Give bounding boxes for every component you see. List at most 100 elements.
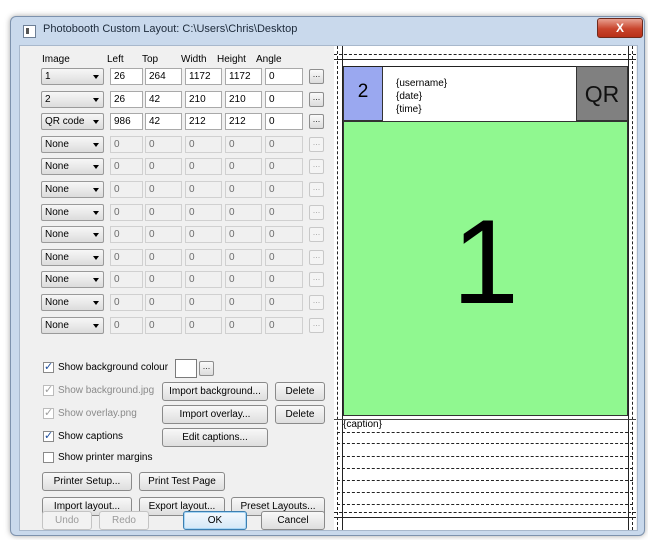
width-field[interactable]: 0 bbox=[185, 181, 222, 198]
undo-button[interactable]: Undo bbox=[42, 511, 92, 530]
cancel-button[interactable]: Cancel bbox=[261, 511, 325, 530]
width-field[interactable]: 0 bbox=[185, 271, 222, 288]
height-field[interactable]: 0 bbox=[225, 158, 262, 175]
height-field[interactable]: 212 bbox=[225, 113, 262, 130]
width-field[interactable]: 0 bbox=[185, 294, 222, 311]
row-options-button[interactable]: ... bbox=[309, 92, 324, 107]
width-field[interactable]: 1172 bbox=[185, 68, 222, 85]
top-field[interactable]: 0 bbox=[145, 181, 182, 198]
row-options-button[interactable]: ... bbox=[309, 295, 324, 310]
delete-background-button[interactable]: Delete bbox=[275, 382, 325, 401]
width-field[interactable]: 0 bbox=[185, 158, 222, 175]
height-field[interactable]: 0 bbox=[225, 317, 262, 334]
edit-captions-button[interactable]: Edit captions... bbox=[162, 428, 268, 447]
angle-field[interactable]: 0 bbox=[265, 204, 303, 221]
show-overlay-checkbox[interactable] bbox=[43, 406, 54, 419]
angle-field[interactable]: 0 bbox=[265, 91, 303, 108]
background-colour-picker-button[interactable]: ... bbox=[199, 361, 214, 376]
ok-button[interactable]: OK bbox=[183, 511, 247, 530]
width-field[interactable]: 210 bbox=[185, 91, 222, 108]
left-field[interactable]: 26 bbox=[110, 68, 143, 85]
image-select[interactable]: None bbox=[41, 181, 104, 198]
import-overlay-button[interactable]: Import overlay... bbox=[162, 405, 268, 424]
image-select[interactable]: None bbox=[41, 226, 104, 243]
show-printer-margins-checkbox[interactable] bbox=[43, 452, 54, 463]
top-field[interactable]: 0 bbox=[145, 271, 182, 288]
row-options-button[interactable]: ... bbox=[309, 272, 324, 287]
width-field[interactable]: 0 bbox=[185, 226, 222, 243]
image-select[interactable]: None bbox=[41, 136, 104, 153]
height-field[interactable]: 0 bbox=[225, 181, 262, 198]
show-background-colour-checkbox[interactable] bbox=[43, 360, 54, 373]
width-field[interactable]: 212 bbox=[185, 113, 222, 130]
width-field[interactable]: 0 bbox=[185, 249, 222, 266]
show-background-jpg-checkbox[interactable] bbox=[43, 383, 54, 396]
row-options-button[interactable]: ... bbox=[309, 227, 324, 242]
image-select[interactable]: None bbox=[41, 271, 104, 288]
angle-field[interactable]: 0 bbox=[265, 271, 303, 288]
top-field[interactable]: 42 bbox=[145, 113, 182, 130]
width-field[interactable]: 0 bbox=[185, 136, 222, 153]
height-field[interactable]: 0 bbox=[225, 226, 262, 243]
left-field[interactable]: 0 bbox=[110, 226, 143, 243]
top-field[interactable]: 264 bbox=[145, 68, 182, 85]
preview-qr-code[interactable]: QR bbox=[576, 66, 628, 121]
angle-field[interactable]: 0 bbox=[265, 68, 303, 85]
row-options-button[interactable]: ... bbox=[309, 114, 324, 129]
height-field[interactable]: 1172 bbox=[225, 68, 262, 85]
row-options-button[interactable]: ... bbox=[309, 205, 324, 220]
left-field[interactable]: 0 bbox=[110, 158, 143, 175]
close-button[interactable]: X bbox=[597, 18, 643, 38]
top-field[interactable]: 0 bbox=[145, 317, 182, 334]
image-select[interactable]: None bbox=[41, 294, 104, 311]
top-field[interactable]: 0 bbox=[145, 158, 182, 175]
top-field[interactable]: 0 bbox=[145, 136, 182, 153]
preview-image-2[interactable]: 2 bbox=[343, 66, 383, 121]
height-field[interactable]: 0 bbox=[225, 249, 262, 266]
left-field[interactable]: 0 bbox=[110, 271, 143, 288]
image-select[interactable]: None bbox=[41, 317, 104, 334]
left-field[interactable]: 0 bbox=[110, 317, 143, 334]
row-options-button[interactable]: ... bbox=[309, 137, 324, 152]
image-select[interactable]: None bbox=[41, 204, 104, 221]
angle-field[interactable]: 0 bbox=[265, 317, 303, 334]
angle-field[interactable]: 0 bbox=[265, 181, 303, 198]
left-field[interactable]: 0 bbox=[110, 136, 143, 153]
image-select[interactable]: QR code bbox=[41, 113, 104, 130]
left-field[interactable]: 0 bbox=[110, 204, 143, 221]
left-field[interactable]: 986 bbox=[110, 113, 143, 130]
height-field[interactable]: 0 bbox=[225, 271, 262, 288]
row-options-button[interactable]: ... bbox=[309, 182, 324, 197]
image-select[interactable]: 2 bbox=[41, 91, 104, 108]
image-select[interactable]: None bbox=[41, 249, 104, 266]
top-field[interactable]: 0 bbox=[145, 204, 182, 221]
top-field[interactable]: 42 bbox=[145, 91, 182, 108]
redo-button[interactable]: Redo bbox=[99, 511, 149, 530]
row-options-button[interactable]: ... bbox=[309, 250, 324, 265]
width-field[interactable]: 0 bbox=[185, 204, 222, 221]
angle-field[interactable]: 0 bbox=[265, 226, 303, 243]
height-field[interactable]: 210 bbox=[225, 91, 262, 108]
background-colour-swatch[interactable] bbox=[175, 359, 197, 378]
angle-field[interactable]: 0 bbox=[265, 158, 303, 175]
height-field[interactable]: 0 bbox=[225, 294, 262, 311]
title-bar[interactable]: Photobooth Custom Layout: C:\Users\Chris… bbox=[11, 17, 644, 43]
row-options-button[interactable]: ... bbox=[309, 159, 324, 174]
angle-field[interactable]: 0 bbox=[265, 113, 303, 130]
row-options-button[interactable]: ... bbox=[309, 318, 324, 333]
height-field[interactable]: 0 bbox=[225, 204, 262, 221]
layout-preview[interactable]: 2 {username} {date} {time} QR 1 {caption… bbox=[334, 46, 636, 530]
angle-field[interactable]: 0 bbox=[265, 249, 303, 266]
left-field[interactable]: 0 bbox=[110, 249, 143, 266]
angle-field[interactable]: 0 bbox=[265, 294, 303, 311]
top-field[interactable]: 0 bbox=[145, 249, 182, 266]
import-background-button[interactable]: Import background... bbox=[162, 382, 268, 401]
image-select[interactable]: None bbox=[41, 158, 104, 175]
preview-image-1[interactable]: 1 bbox=[343, 121, 628, 416]
angle-field[interactable]: 0 bbox=[265, 136, 303, 153]
print-test-page-button[interactable]: Print Test Page bbox=[139, 472, 225, 491]
show-captions-checkbox[interactable] bbox=[43, 429, 54, 442]
left-field[interactable]: 0 bbox=[110, 294, 143, 311]
left-field[interactable]: 26 bbox=[110, 91, 143, 108]
delete-overlay-button[interactable]: Delete bbox=[275, 405, 325, 424]
